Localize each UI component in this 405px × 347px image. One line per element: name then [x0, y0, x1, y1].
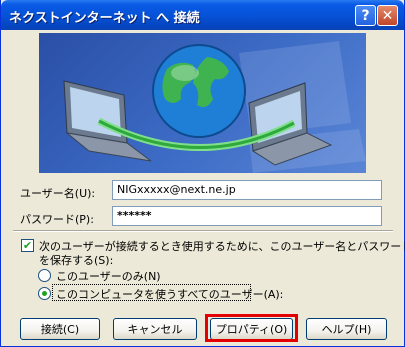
dial-up-connect-dialog: ネクストインターネット へ 接続 ? ✕ ユーザー名(U): NIGxxxxx@… [0, 0, 405, 347]
radio-me-only[interactable] [38, 269, 51, 282]
save-password-label-line2: を保存する(S): [39, 254, 114, 267]
cancel-button[interactable]: キャンセル [113, 318, 197, 340]
radio-selected-dot [42, 291, 47, 296]
help-title-button[interactable]: ? [355, 5, 376, 26]
connection-banner-image [39, 33, 366, 173]
username-label: ユーザー名(U): [20, 187, 96, 200]
radio-me-only-label: このユーザーのみ(N) [56, 270, 161, 283]
username-input[interactable]: NIGxxxxx@next.ne.jp [112, 180, 382, 200]
save-password-checkbox[interactable]: ✔ [21, 239, 34, 252]
password-input[interactable]: ****** [112, 206, 382, 226]
separator [13, 230, 393, 232]
title-bar: ネクストインターネット へ 接続 ? ✕ [1, 0, 404, 30]
close-button[interactable]: ✕ [377, 5, 398, 26]
password-label: パスワード(P): [20, 213, 94, 226]
radio-anyone-label: このコンピュータを使うすべてのユーザー(A): [56, 288, 284, 301]
properties-highlight-box [205, 314, 298, 342]
help-button[interactable]: ヘルプ(H) [306, 318, 387, 340]
globe-laptops-icon [63, 41, 366, 173]
window-title: ネクストインターネット へ 接続 [9, 11, 200, 26]
connect-button[interactable]: 接続(C) [20, 318, 100, 340]
radio-anyone[interactable] [38, 287, 51, 300]
